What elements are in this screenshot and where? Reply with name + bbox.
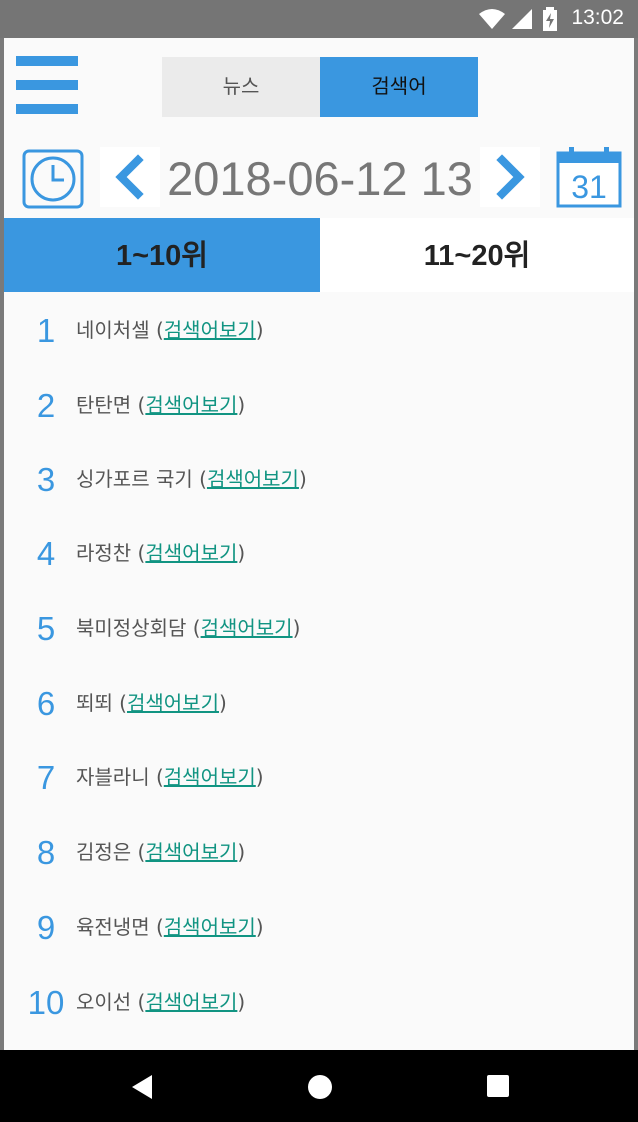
list-item[interactable]: 3 싱가포르 국기 (검색어보기) [4,443,634,517]
back-icon[interactable] [130,1074,154,1100]
chevron-right-icon [496,154,525,200]
app-screen: 뉴스 검색어 2018-06-12 13 31 1~10위 11~20위 1 네… [4,38,634,1050]
search-keyword-link[interactable]: 검색어보기 [201,616,293,640]
tab-rank-11-20[interactable]: 11~20위 [320,218,634,292]
list-item[interactable]: 8 김정은 (검색어보기) [4,816,634,890]
rank-number: 6 [36,685,56,722]
rank-number: 7 [36,759,56,796]
keyword-text: 네이처셀 [76,318,150,342]
chevron-left-icon [115,154,144,200]
rank-number: 2 [36,387,56,424]
current-datetime: 2018-06-12 13 [167,152,473,205]
keyword-text: 싱가포르 국기 [76,467,193,491]
list-item[interactable]: 10 오이선 (검색어보기) [4,966,634,1040]
battery-charging-icon [543,7,557,31]
list-item[interactable]: 5 북미정상회담 (검색어보기) [4,592,634,666]
status-bar: 13:02 [0,0,638,38]
keyword-text: 오이선 [76,990,132,1014]
keyword-text: 육전냉면 [76,915,150,939]
recent-apps-icon[interactable] [486,1074,510,1098]
clock-icon[interactable] [22,149,84,209]
search-keyword-link[interactable]: 검색어보기 [145,990,237,1014]
rank-number: 5 [36,610,56,647]
rank-number: 3 [36,461,56,498]
rank-number: 4 [36,535,56,572]
next-date-button[interactable] [480,147,540,207]
keyword-text: 뙤뙤 [76,691,113,715]
clock-time: 13:02 [571,6,624,29]
rank-number: 9 [36,909,56,946]
calendar-day-text: 31 [571,169,607,205]
signal-icon [512,9,532,29]
home-icon[interactable] [307,1074,333,1100]
keyword-text: 자블라니 [76,765,150,789]
search-keyword-link[interactable]: 검색어보기 [164,318,256,342]
list-item[interactable]: 6 뙤뙤 (검색어보기) [4,667,634,741]
tab-search-keywords[interactable]: 검색어 [320,57,478,117]
keyword-text: 라정찬 [76,541,132,565]
wifi-icon [479,9,505,29]
search-keyword-link[interactable]: 검색어보기 [145,840,237,864]
calendar-icon[interactable]: 31 [556,146,622,208]
previous-date-button[interactable] [100,147,160,207]
system-navigation-bar [0,1050,638,1122]
list-item[interactable]: 9 육전냉면 (검색어보기) [4,891,634,965]
hamburger-menu-icon[interactable] [14,56,80,118]
tab-news[interactable]: 뉴스 [162,57,320,117]
search-keyword-link[interactable]: 검색어보기 [145,393,237,417]
rank-number: 1 [36,312,56,349]
list-item[interactable]: 1 네이처셀 (검색어보기) [4,294,634,368]
search-keyword-link[interactable]: 검색어보기 [207,467,299,491]
list-item[interactable]: 2 탄탄면 (검색어보기) [4,369,634,443]
list-item[interactable]: 7 자블라니 (검색어보기) [4,741,634,815]
rank-number: 10 [27,984,65,1021]
tab-rank-1-10[interactable]: 1~10위 [4,218,320,292]
keyword-text: 북미정상회담 [76,616,187,640]
keyword-text: 김정은 [76,840,132,864]
search-keyword-link[interactable]: 검색어보기 [164,915,256,939]
search-keyword-link[interactable]: 검색어보기 [127,691,219,715]
rank-number: 8 [36,834,56,871]
keyword-text: 탄탄면 [76,393,132,417]
list-item[interactable]: 4 라정찬 (검색어보기) [4,517,634,591]
search-keyword-link[interactable]: 검색어보기 [164,765,256,789]
search-keyword-link[interactable]: 검색어보기 [145,541,237,565]
